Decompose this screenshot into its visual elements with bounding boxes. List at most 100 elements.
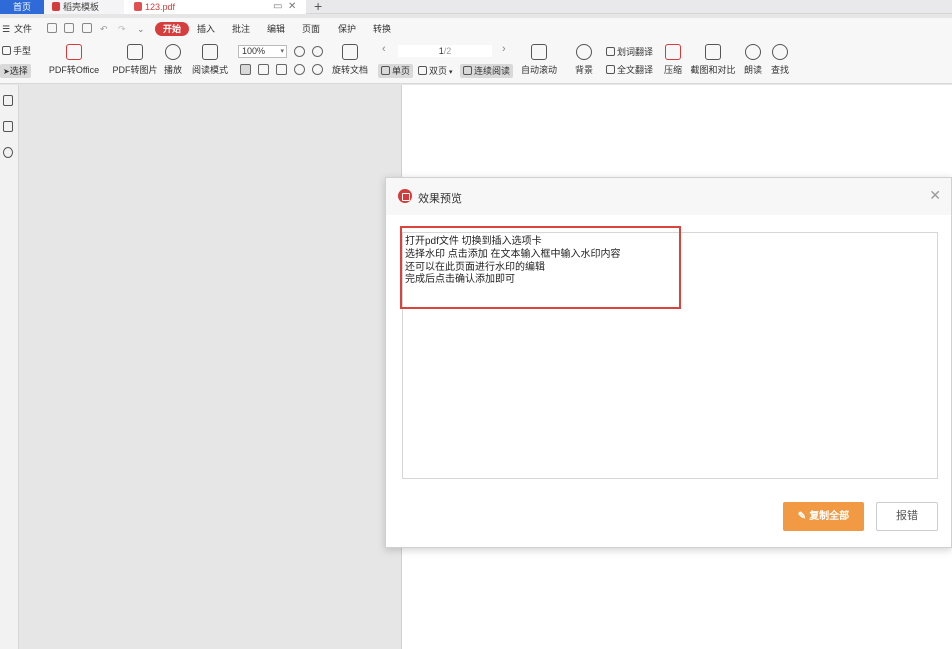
open-folder-icon[interactable] (47, 23, 57, 33)
double-page-label: 双页 (429, 66, 448, 76)
zoom-out-icon[interactable] (294, 46, 305, 57)
pdf-to-office-icon (66, 44, 82, 60)
hand-label: 手型 (13, 46, 32, 56)
hand-tool-button[interactable]: 手型 (2, 44, 31, 58)
continuous-icon (463, 66, 472, 75)
thumbnail-icon[interactable] (3, 121, 13, 132)
redo-icon[interactable]: ↷ (118, 22, 126, 36)
moon-icon (576, 44, 592, 60)
annotation-icon[interactable] (3, 147, 13, 158)
word-translate-button[interactable]: 划词翻译 (606, 45, 653, 59)
rotate-document-button[interactable]: 旋转文档 (332, 44, 368, 76)
word-translate-label: 划词翻译 (617, 47, 654, 57)
menu-protect[interactable]: 保护 (338, 22, 356, 36)
ribbon-toolbar: 手型 ➤选择 PDF转Office PDF转图片 播放 阅读模式 100% ▾ … (0, 40, 952, 84)
pdf-to-office-label: PDF转Office (48, 65, 100, 75)
read-mode-label: 阅读模式 (191, 65, 228, 75)
hamburger-icon[interactable]: ☰ (2, 22, 10, 36)
zoom-in-icon[interactable] (312, 46, 323, 57)
save-icon[interactable] (64, 23, 74, 33)
close-tab-icon[interactable]: ✕ (288, 0, 296, 14)
pdf-file-icon (134, 2, 142, 11)
select-tool-button[interactable]: ➤选择 (0, 64, 31, 78)
continuous-label: 连续阅读 (474, 66, 511, 76)
auto-scroll-button[interactable]: 自动滚动 (518, 44, 560, 76)
template-icon (52, 2, 60, 11)
auto-scroll-label: 自动滚动 (520, 65, 557, 75)
tab-bar: 首页 稻壳模板 123.pdf ▭ ✕ + (0, 0, 952, 14)
app-logo-icon (398, 189, 412, 203)
close-icon[interactable]: ✕ (929, 187, 941, 204)
double-page-icon (418, 66, 427, 75)
dialog-title: 效果预览 (418, 193, 462, 205)
menu-page[interactable]: 页面 (302, 22, 320, 36)
dialog-header: 效果预览 ✕ (386, 178, 951, 215)
tab-pdf-label: 123.pdf (145, 2, 176, 12)
actual-size-icon[interactable] (240, 64, 251, 75)
chevron-down-icon[interactable]: ⌄ (137, 22, 145, 36)
read-aloud-label: 朗读 (743, 65, 762, 75)
pdf-to-image-label: PDF转图片 (112, 65, 158, 75)
undo-icon[interactable]: ↶ (100, 22, 108, 36)
add-tab-button[interactable]: + (314, 0, 322, 13)
rotate-document-label: 旋转文档 (332, 65, 369, 75)
bookmark-icon[interactable] (3, 95, 13, 106)
copy-all-button[interactable]: ✎ 复制全部 (783, 502, 864, 531)
pin-icon[interactable]: ▭ (273, 0, 282, 14)
full-translate-label: 全文翻译 (617, 65, 654, 75)
read-aloud-button[interactable]: 朗读 (742, 44, 764, 76)
chevron-down-icon: ▾ (280, 48, 284, 55)
double-page-button[interactable]: 双页 ▾ (418, 64, 452, 78)
zoom-select[interactable]: 100% ▾ (238, 45, 287, 58)
compress-button[interactable]: 压缩 (662, 44, 684, 76)
menu-annotate[interactable]: 批注 (232, 22, 250, 36)
tab-template-label: 稻壳模板 (63, 2, 100, 12)
tab-template[interactable]: 稻壳模板 (44, 0, 124, 14)
play-icon (165, 44, 181, 60)
translate-icon (606, 47, 615, 56)
single-page-button[interactable]: 单页 (378, 64, 414, 78)
copy-all-label: 复制全部 (809, 511, 850, 522)
rotate-document-icon (342, 44, 358, 60)
menu-file[interactable]: 文件 (14, 22, 32, 36)
fit-width-icon[interactable] (276, 64, 287, 75)
image-icon (127, 44, 143, 60)
compress-icon (665, 44, 681, 60)
menu-row: ☰ 文件 ↶ ↷ ⌄ 开始 插入 批注 编辑 页面 保护 转换 (0, 18, 952, 40)
screenshot-compare-label: 截图和对比 (690, 65, 736, 75)
menu-convert[interactable]: 转换 (373, 22, 391, 36)
screenshot-compare-button[interactable]: 截图和对比 (690, 44, 736, 76)
page-number-input[interactable]: 1/2 (398, 45, 492, 57)
find-button[interactable]: 查找 (769, 44, 791, 76)
menu-edit[interactable]: 编辑 (267, 22, 285, 36)
menu-start[interactable]: 开始 (155, 22, 190, 36)
pdf-to-office-button[interactable]: PDF转Office (44, 44, 104, 76)
background-button[interactable]: 背景 (571, 44, 597, 76)
read-mode-button[interactable]: 阅读模式 (191, 44, 229, 76)
full-translate-icon (606, 65, 615, 74)
select-label: 选择 (9, 66, 28, 76)
prev-page-icon[interactable]: ‹ (382, 43, 386, 55)
play-button[interactable]: 播放 (162, 44, 184, 76)
play-label: 播放 (163, 65, 182, 75)
background-label: 背景 (574, 65, 593, 75)
next-page-icon[interactable]: › (502, 43, 506, 55)
zoom-value: 100% (242, 46, 266, 56)
book-icon (202, 44, 218, 60)
highlight-box (400, 226, 681, 309)
fit-page-icon[interactable] (258, 64, 269, 75)
menu-insert[interactable]: 插入 (197, 22, 215, 36)
page-total: /2 (443, 46, 452, 56)
print-icon[interactable] (82, 23, 92, 33)
tab-home[interactable]: 首页 (0, 0, 44, 14)
left-sidebar (0, 85, 19, 649)
continuous-read-button[interactable]: 连续阅读 (460, 64, 514, 78)
report-error-button[interactable]: 报错 (876, 502, 938, 531)
find-label: 查找 (770, 65, 789, 75)
search-icon (772, 44, 788, 60)
rotate-left-icon[interactable] (294, 64, 305, 75)
copy-icon: ✎ (797, 511, 807, 522)
full-translate-button[interactable]: 全文翻译 (606, 63, 653, 77)
pdf-to-image-button[interactable]: PDF转图片 (112, 44, 158, 76)
rotate-right-icon[interactable] (312, 64, 323, 75)
